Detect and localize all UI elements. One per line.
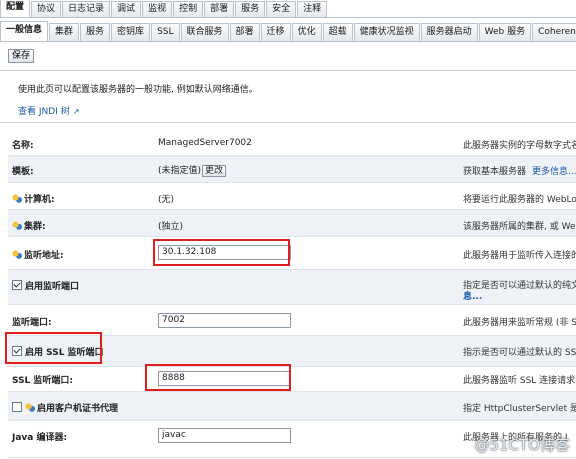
subtab-server-start[interactable]: 服务器启动	[420, 23, 478, 41]
listen-port-desc: 此服务器用来监听常规 (非 SS	[463, 318, 576, 328]
change-template-button[interactable]: 更改	[202, 165, 227, 177]
tab-services[interactable]: 服务	[235, 1, 266, 17]
machine-label: 计算机:	[24, 195, 55, 205]
cluster-property-icon	[25, 403, 35, 412]
row-client-cert-proxy: 启用客户机证书代理 指定 HttpClusterServlet 是否	[8, 392, 576, 421]
listen-port-enabled-label: 启用监听端口	[25, 282, 80, 292]
subtab-ssl[interactable]: SSL	[151, 23, 180, 41]
java-compiler-input[interactable]: javac	[158, 428, 291, 443]
machine-desc: 将要运行此服务器的 WebLog	[463, 195, 576, 205]
subtab-federation[interactable]: 联合服务	[180, 23, 229, 41]
listen-port-enabled-group: 启用监听端口	[12, 279, 79, 292]
external-link-icon: ↗	[72, 107, 80, 116]
client-cert-proxy-label: 启用客户机证书代理	[37, 404, 119, 414]
template-value: (未指定值)	[158, 166, 202, 176]
row-ssl-port: SSL 监听端口: 8888 此服务器监听 SSL 连接请求的	[8, 367, 576, 392]
subtab-general[interactable]: 一般信息	[0, 21, 49, 41]
tab-protocol[interactable]: 协议	[31, 1, 62, 17]
tab-security[interactable]: 安全	[266, 1, 297, 17]
tab-divider	[0, 17, 576, 18]
ssl-port-enabled-desc: 指示是否可以通过默认的 SSL	[463, 348, 576, 358]
tab-debug[interactable]: 调试	[111, 1, 142, 17]
tab-logging[interactable]: 日志记录	[62, 1, 111, 17]
sub-tab-bar: 一般信息 集群 服务 密钥库 SSL 联合服务 部署 迁移 优化 超载 健康状况…	[0, 21, 576, 42]
cluster-desc: 该服务器所属的集群, 或 Web	[463, 222, 576, 232]
subtab-health[interactable]: 健康状况监视	[353, 23, 420, 41]
template-desc: 获取基本服务器 更多信息...	[463, 164, 576, 177]
tab-monitor[interactable]: 监视	[142, 1, 173, 17]
tab-control[interactable]: 控制	[173, 1, 204, 17]
highlight-box-ssl-enabled	[5, 332, 102, 364]
intro-text: 使用此页可以配置该服务器的一般功能, 例如默认网络通信。	[18, 85, 258, 95]
subtab-cluster[interactable]: 集群	[49, 23, 80, 41]
listen-port-label: 监听端口:	[12, 318, 52, 328]
cluster-label: 集群:	[24, 222, 46, 232]
subtab-deploy[interactable]: 部署	[229, 23, 260, 41]
name-value: ManagedServer7002	[158, 138, 252, 148]
more-info-link[interactable]: 更多信息...	[532, 167, 576, 177]
cluster-value: (独立)	[158, 222, 184, 232]
jndi-link-label: 查看 JNDI 树	[18, 107, 70, 117]
row-machine: 计算机: (无) 将要运行此服务器的 WebLog	[8, 183, 576, 210]
listen-port-enabled-more-link[interactable]: 息...	[463, 289, 482, 302]
name-label: 名称:	[12, 141, 34, 151]
subtab-migration[interactable]: 迁移	[260, 23, 291, 41]
subtab-tuning[interactable]: 优化	[291, 23, 322, 41]
tab-config[interactable]: 配置	[0, 0, 31, 17]
subtab-overload[interactable]: 超载	[322, 23, 353, 41]
template-desc-text: 获取基本服务器	[463, 167, 527, 177]
listen-port-input[interactable]: 7002	[158, 313, 291, 328]
ssl-port-desc: 此服务器监听 SSL 连接请求的	[463, 376, 576, 386]
client-cert-proxy-desc: 指定 HttpClusterServlet 是否	[463, 404, 576, 414]
row-template: 模板: (未指定值) 更改 获取基本服务器 更多信息...	[8, 156, 576, 183]
tab-notes[interactable]: 注释	[297, 1, 328, 17]
listen-address-label-group: 监听地址:	[12, 248, 64, 261]
row-name: 名称: ManagedServer7002 此服务器实例的字母数字式名	[8, 130, 576, 156]
tab-deploy[interactable]: 部署	[204, 1, 235, 17]
name-desc: 此服务器实例的字母数字式名	[463, 141, 576, 151]
ssl-port-label: SSL 监听端口:	[12, 376, 74, 386]
top-tab-bar: 配置 协议 日志记录 调试 监视 控制 部署 服务 安全 注释	[0, 0, 328, 17]
java-compiler-label: Java 编译器:	[12, 433, 68, 443]
client-cert-proxy-checkbox[interactable]	[12, 402, 22, 412]
cluster-property-icon	[12, 250, 22, 259]
row-cluster: 集群: (独立) 该服务器所属的集群, 或 Web	[8, 210, 576, 237]
highlight-box-listen-address	[153, 239, 290, 266]
row-listen-address: 监听地址: 30.1.32.108 此服务器用于监听传入连接的	[8, 237, 576, 270]
cluster-property-icon	[12, 194, 22, 203]
machine-value: (无)	[158, 195, 175, 205]
client-cert-proxy-group: 启用客户机证书代理	[12, 401, 118, 414]
listen-address-desc: 此服务器用于监听传入连接的	[463, 251, 576, 261]
subtab-coherence[interactable]: Coherence	[532, 23, 576, 41]
separator	[0, 122, 576, 123]
subtab-services[interactable]: 服务	[80, 23, 111, 41]
cluster-property-icon	[12, 221, 22, 230]
listen-port-enabled-checkbox[interactable]	[12, 280, 22, 290]
subtab-web-services[interactable]: Web 服务	[478, 23, 532, 41]
save-button[interactable]: 保存	[8, 49, 35, 63]
highlight-box-ssl-port	[145, 364, 291, 391]
listen-address-label: 监听地址:	[24, 251, 64, 261]
row-listen-port-enabled: 启用监听端口 指定是否可以通过默认的纯文 息...	[8, 270, 576, 305]
jndi-tree-link[interactable]: 查看 JNDI 树 ↗	[18, 104, 79, 117]
watermark: @51CTO博客	[474, 436, 570, 454]
cluster-label-group: 集群:	[12, 219, 46, 232]
separator	[0, 70, 576, 71]
subtab-keystore[interactable]: 密钥库	[111, 23, 151, 41]
template-value-group: (未指定值) 更改	[158, 163, 227, 177]
template-label: 模板:	[12, 167, 34, 177]
machine-label-group: 计算机:	[12, 192, 55, 205]
